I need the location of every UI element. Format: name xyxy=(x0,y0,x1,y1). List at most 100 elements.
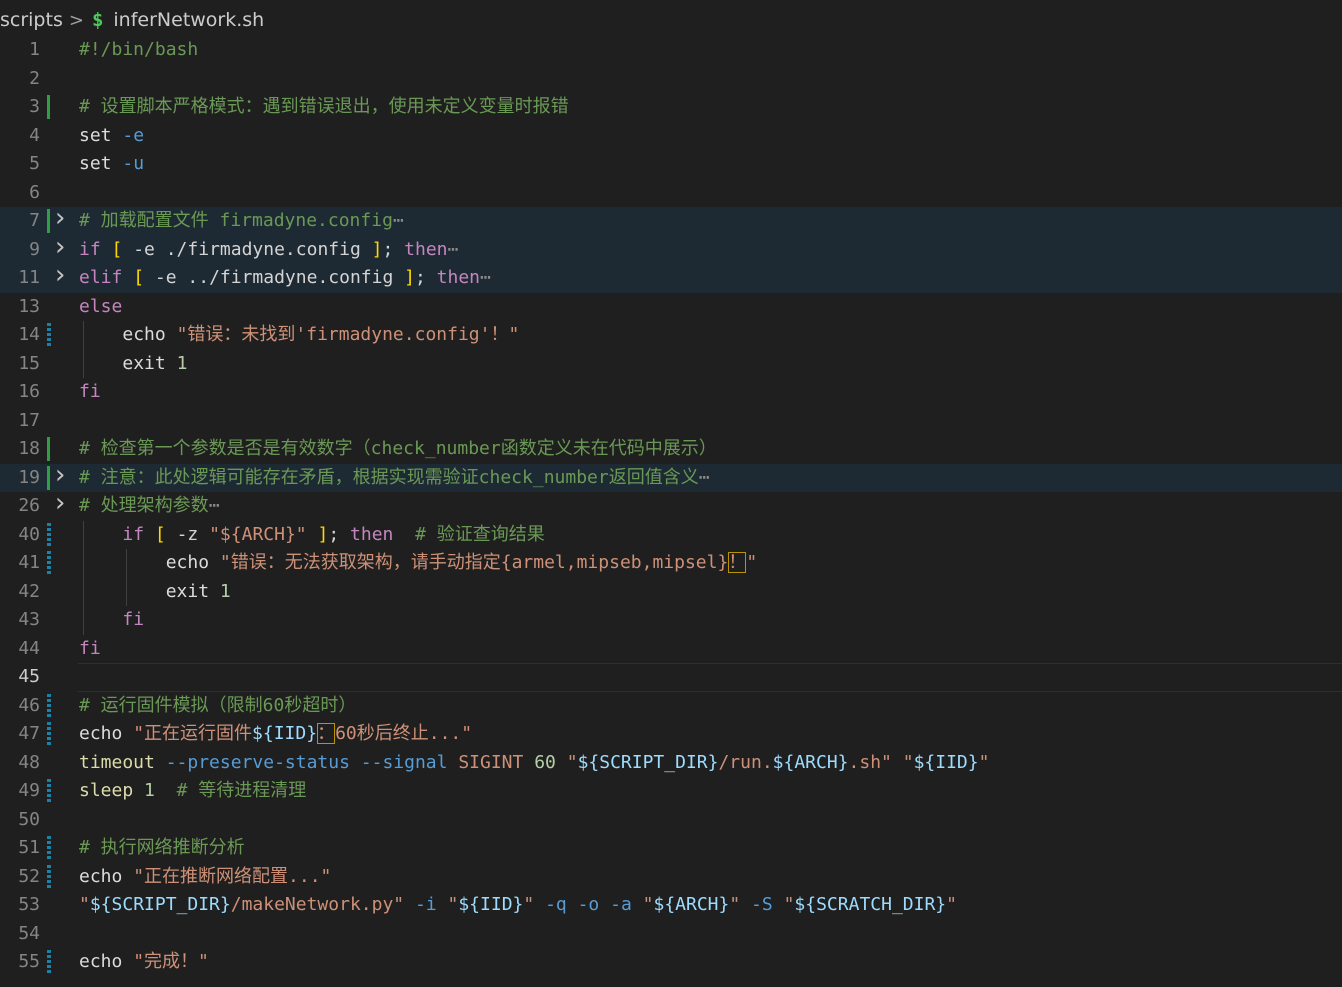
line-number[interactable]: 16 xyxy=(0,378,40,407)
code-text[interactable]: # 检查第一个参数是否是有效数字（check_number函数定义未在代码中展示… xyxy=(79,435,717,464)
code-line[interactable]: 53 "${SCRIPT_DIR}/makeNetwork.py" -i "${I… xyxy=(0,891,1342,920)
line-number[interactable]: 53 xyxy=(0,891,40,920)
code-line[interactable]: 42 exit 1 xyxy=(0,577,1342,607)
line-number[interactable]: 51 xyxy=(0,834,40,863)
diff-added-marker[interactable] xyxy=(47,465,50,490)
fold-chevron-right-icon[interactable]: › xyxy=(55,460,65,490)
code-text[interactable]: sleep 1 # 等待进程清理 xyxy=(79,777,306,806)
line-number[interactable]: 14 xyxy=(0,321,40,350)
code-line[interactable]: 9 › if [ -e ./firmadyne.config ]; then⋯ xyxy=(0,232,1342,265)
fold-chevron-right-icon[interactable]: › xyxy=(55,204,65,233)
line-number[interactable]: 7 xyxy=(0,207,40,236)
code-line[interactable]: 3 # 设置脚本严格模式：遇到错误退出，使用未定义变量时报错 xyxy=(0,93,1342,122)
line-number[interactable]: 3 xyxy=(0,93,40,122)
code-text[interactable]: # 处理架构参数⋯ xyxy=(79,492,220,521)
folded-ellipsis[interactable]: ⋯ xyxy=(480,267,491,288)
code-text[interactable]: # 加载配置文件 firmadyne.config⋯ xyxy=(79,207,404,236)
code-line[interactable]: 40 if [ -z "${ARCH}" ]; then # 验证查询结果 xyxy=(0,520,1342,550)
code-text[interactable]: #!/bin/bash xyxy=(79,36,198,65)
line-number[interactable]: 47 xyxy=(0,720,40,749)
folded-ellipsis[interactable]: ⋯ xyxy=(393,210,404,231)
diff-modified-marker[interactable] xyxy=(47,950,51,974)
code-line[interactable]: 5 set -u xyxy=(0,150,1342,179)
line-number[interactable]: 41 xyxy=(0,549,40,578)
diff-modified-marker[interactable] xyxy=(47,779,51,803)
code-line[interactable]: 48 timeout --preserve-status --signal SIG… xyxy=(0,749,1342,778)
line-number[interactable]: 4 xyxy=(0,122,40,151)
fold-chevron-right-icon[interactable]: › xyxy=(55,232,65,262)
diff-modified-marker[interactable] xyxy=(47,722,51,746)
code-text[interactable]: fi xyxy=(79,635,101,664)
code-line[interactable]: 17 xyxy=(0,407,1342,436)
code-text[interactable]: # 运行固件模拟（限制60秒超时） xyxy=(79,692,356,721)
line-number[interactable]: 18 xyxy=(0,435,40,464)
line-number[interactable]: 15 xyxy=(0,350,40,379)
diff-added-marker[interactable] xyxy=(47,209,50,233)
line-number[interactable]: 54 xyxy=(0,920,40,949)
code-line[interactable]: 7 › # 加载配置文件 firmadyne.config⋯ xyxy=(0,204,1342,236)
code-line[interactable]: 50 xyxy=(0,806,1342,835)
code-text[interactable]: # 执行网络推断分析 xyxy=(79,834,245,863)
diff-added-marker[interactable] xyxy=(47,437,50,461)
code-line[interactable]: 47 echo "正在运行固件${IID}：60秒后终止..." xyxy=(0,720,1342,749)
code-text[interactable]: echo "正在推断网络配置..." xyxy=(79,863,331,892)
diff-modified-marker[interactable] xyxy=(47,551,51,575)
line-number[interactable]: 11 xyxy=(0,264,40,293)
code-text[interactable]: exit 1 xyxy=(79,350,187,379)
line-number[interactable]: 46 xyxy=(0,692,40,721)
code-line[interactable]: 26 › # 处理架构参数⋯ xyxy=(0,489,1342,521)
code-line[interactable]: 1 #!/bin/bash xyxy=(0,36,1342,65)
code-line[interactable]: 6 xyxy=(0,179,1342,208)
diff-modified-marker[interactable] xyxy=(47,864,51,889)
code-line[interactable]: 55 echo "完成！" xyxy=(0,948,1342,977)
line-number[interactable]: 48 xyxy=(0,749,40,778)
breadcrumb-folder[interactable]: scripts xyxy=(0,9,63,31)
code-text[interactable]: echo "正在运行固件${IID}：60秒后终止..." xyxy=(79,720,472,749)
code-line[interactable]: 43 fi xyxy=(0,606,1342,635)
line-number[interactable]: 40 xyxy=(0,521,40,550)
code-line[interactable]: 46 # 运行固件模拟（限制60秒超时） xyxy=(0,692,1342,721)
code-line[interactable]: 44 fi xyxy=(0,635,1342,664)
code-text[interactable]: fi xyxy=(79,378,101,407)
line-number[interactable]: 6 xyxy=(0,179,40,208)
code-line[interactable]: 52 echo "正在推断网络配置..." xyxy=(0,863,1342,892)
line-number[interactable]: 43 xyxy=(0,606,40,635)
code-line[interactable]: 54 xyxy=(0,920,1342,949)
code-text[interactable]: timeout --preserve-status --signal SIGIN… xyxy=(79,749,989,778)
code-line[interactable]: 41 echo "错误：无法获取架构，请手动指定{armel,mipseb,mi… xyxy=(0,549,1342,578)
code-text[interactable]: echo "错误：无法获取架构，请手动指定{armel,mipseb,mipse… xyxy=(79,549,757,578)
code-text[interactable]: if [ -e ./firmadyne.config ]; then⋯ xyxy=(79,236,458,265)
code-line[interactable]: 4 set -e xyxy=(0,122,1342,151)
line-number[interactable]: 50 xyxy=(0,806,40,835)
line-number[interactable]: 42 xyxy=(0,578,40,607)
code-text[interactable]: set -e xyxy=(79,122,144,151)
code-text[interactable]: else xyxy=(79,293,122,322)
diff-modified-marker[interactable] xyxy=(47,693,51,718)
line-number[interactable]: 44 xyxy=(0,635,40,664)
code-line[interactable]: 51 # 执行网络推断分析 xyxy=(0,834,1342,863)
breadcrumb-file[interactable]: inferNetwork.sh xyxy=(113,9,264,31)
line-number[interactable]: 19 xyxy=(0,464,40,493)
code-text[interactable]: exit 1 xyxy=(79,578,231,607)
line-number[interactable]: 13 xyxy=(0,293,40,322)
line-number[interactable]: 5 xyxy=(0,150,40,179)
folded-ellipsis[interactable]: ⋯ xyxy=(448,239,459,260)
code-text[interactable]: set -u xyxy=(79,150,144,179)
code-text[interactable]: elif [ -e ../firmadyne.config ]; then⋯ xyxy=(79,264,491,293)
code-line[interactable]: 45 xyxy=(0,663,1342,692)
line-number[interactable]: 9 xyxy=(0,236,40,265)
code-text[interactable]: if [ -z "${ARCH}" ]; then # 验证查询结果 xyxy=(79,521,544,550)
code-line[interactable]: 49 sleep 1 # 等待进程清理 xyxy=(0,777,1342,806)
line-number[interactable]: 49 xyxy=(0,777,40,806)
code-line[interactable]: 15 exit 1 xyxy=(0,349,1342,379)
code-editor[interactable]: 1 #!/bin/bash 2 3 # 设置脚本严格模式：遇到错误退出，使用未定义变量时… xyxy=(0,36,1342,987)
code-line[interactable]: 19 › # 注意：此处逻辑可能存在矛盾，根据实现需验证check_number返回… xyxy=(0,460,1342,493)
code-line[interactable]: 16 fi xyxy=(0,378,1342,407)
code-text[interactable]: echo "错误：未找到'firmadyne.config'！" xyxy=(79,321,519,350)
line-number[interactable]: 45 xyxy=(0,663,40,692)
code-text[interactable]: "${SCRIPT_DIR}/makeNetwork.py" -i "${IID… xyxy=(79,891,957,920)
line-number[interactable]: 1 xyxy=(0,36,40,65)
code-line[interactable]: 18 # 检查第一个参数是否是有效数字（check_number函数定义未在代码中… xyxy=(0,435,1342,464)
line-number[interactable]: 2 xyxy=(0,65,40,94)
fold-chevron-right-icon[interactable]: › xyxy=(55,489,65,518)
